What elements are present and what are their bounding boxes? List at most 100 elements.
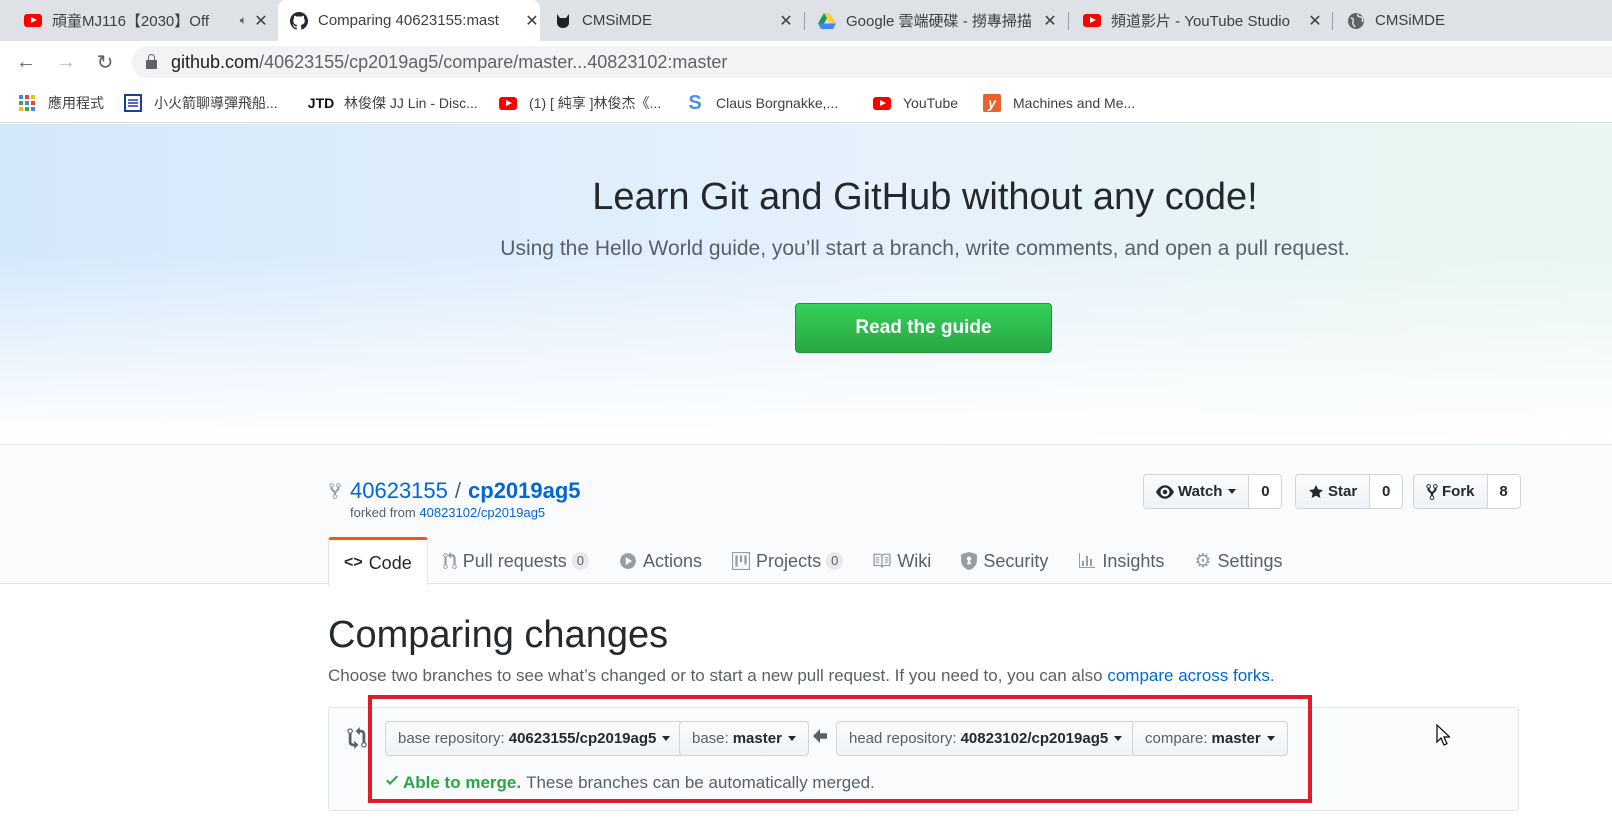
tab-wiki-label: Wiki: [897, 550, 932, 571]
jtd-logo-icon: JTD: [307, 95, 335, 111]
bookmark-label: Machines and Me...: [1013, 95, 1136, 111]
base-repository-select[interactable]: base repository: 40623155/cp2019ag5: [385, 721, 684, 756]
github-icon: [290, 11, 308, 30]
tab-settings[interactable]: ⚙ Settings: [1179, 537, 1297, 585]
browser-tab-active[interactable]: Comparing 40623155:mast ✕: [278, 0, 540, 41]
tab-projects-label: Projects: [756, 550, 822, 571]
repo-nav: <> Code Pull requests 0 Actions Projects…: [328, 537, 1297, 586]
browser-tab[interactable]: CMSiMDE: [1347, 0, 1587, 41]
youtube-icon: [1083, 12, 1101, 30]
project-board-icon: [732, 552, 751, 570]
head-repository-select[interactable]: head repository: 40823102/cp2019ag5: [836, 721, 1136, 756]
base-branch-value: master: [732, 730, 782, 747]
bookmark-item[interactable]: (1) [ 純享 ]林俊杰《...: [499, 83, 661, 123]
close-tab-icon[interactable]: ✕: [253, 11, 269, 31]
watch-count[interactable]: 0: [1249, 475, 1281, 508]
fork-label: Fork: [1442, 483, 1475, 500]
url-host: github.com: [171, 51, 260, 72]
forked-from-prefix: forked from: [350, 505, 416, 520]
tab-security[interactable]: Security: [946, 537, 1063, 585]
tab-insights[interactable]: Insights: [1063, 537, 1179, 585]
tab-projects[interactable]: Projects 0: [717, 537, 858, 585]
close-tab-icon[interactable]: ✕: [778, 11, 794, 31]
head-repository-label: head repository:: [849, 730, 957, 747]
compare-across-forks-link[interactable]: compare across forks: [1107, 666, 1270, 685]
tab-insights-label: Insights: [1102, 550, 1165, 571]
forward-button[interactable]: →: [52, 48, 80, 76]
reload-button[interactable]: ↻: [91, 48, 119, 76]
tab-separator: [804, 12, 805, 30]
read-guide-button[interactable]: Read the guide: [795, 303, 1052, 353]
merge-ok-text: Able to merge.: [403, 772, 522, 792]
browser-tab[interactable]: Google 雲端硬碟 - 撈專掃描 ✕: [818, 0, 1058, 41]
tab-wiki[interactable]: Wiki: [858, 537, 946, 585]
tab-pull-requests[interactable]: Pull requests 0: [428, 537, 604, 585]
merge-message: These branches can be automatically merg…: [526, 772, 875, 792]
forked-from-link[interactable]: 40823102/cp2019ag5: [419, 505, 545, 520]
watch-label: Watch: [1178, 483, 1223, 500]
bookmark-label: 小火箭聊導彈飛船...: [154, 95, 278, 111]
repo-forked-icon: [328, 482, 342, 500]
browser-tab-strip: 頑童MJ116【2030】Off 🔈︎ ✕ Comparing 40623155…: [0, 0, 1612, 41]
close-tab-icon[interactable]: ✕: [524, 11, 540, 31]
fork-button[interactable]: Fork: [1414, 475, 1488, 508]
speaker-icon[interactable]: 🔈︎: [240, 13, 247, 28]
back-button[interactable]: ←: [12, 48, 40, 76]
pull-request-icon: [442, 552, 457, 570]
google-drive-icon: [818, 12, 836, 30]
base-branch-select[interactable]: base: master: [679, 721, 809, 756]
tab-pull-requests-label: Pull requests: [462, 550, 567, 571]
browser-tab[interactable]: CMSiMDE ✕: [554, 0, 794, 41]
globe-icon: [1347, 12, 1365, 30]
tab-title: 頻道影片 - YouTube Studio: [1111, 13, 1290, 30]
shield-icon: [961, 552, 978, 570]
star-count[interactable]: 0: [1370, 475, 1402, 508]
url-input[interactable]: github.com/40623155/cp2019ag5/compare/ma…: [132, 46, 1612, 78]
watch-button[interactable]: Watch: [1144, 475, 1250, 508]
apps-grid-icon: [18, 94, 36, 112]
play-icon: [619, 552, 637, 570]
browser-tab[interactable]: 頑童MJ116【2030】Off 🔈︎ ✕: [24, 0, 269, 41]
star-action: Star 0: [1295, 474, 1404, 509]
youtube-icon: [499, 94, 517, 112]
repo-owner-link[interactable]: 40623155: [350, 478, 448, 504]
bookmark-label: YouTube: [903, 95, 959, 111]
fork-count[interactable]: 8: [1488, 475, 1520, 508]
bookmark-apps[interactable]: 應用程式: [18, 83, 104, 123]
star-button[interactable]: Star: [1296, 475, 1371, 508]
document-icon: [124, 94, 142, 112]
head-repository-value: 40823102/cp2019ag5: [960, 730, 1109, 747]
banner-subtitle: Using the Hello World guide, you’ll star…: [500, 237, 1350, 260]
lock-icon: [146, 54, 157, 69]
bookmark-item[interactable]: 小火箭聊導彈飛船...: [124, 83, 278, 123]
browser-tab[interactable]: 頻道影片 - YouTube Studio ✕: [1083, 0, 1323, 41]
repo-title: 40623155 / cp2019ag5: [328, 478, 581, 504]
signup-banner: Learn Git and GitHub without any code! U…: [0, 124, 1612, 444]
tab-title: CMSiMDE: [582, 12, 652, 29]
close-tab-icon[interactable]: ✕: [1042, 11, 1058, 31]
base-branch-label: base:: [692, 730, 729, 747]
arrow-left-icon: [813, 729, 827, 748]
gear-icon: ⚙: [1194, 550, 1212, 572]
bookmark-item[interactable]: JTD 林俊傑 JJ Lin - Disc...: [307, 83, 478, 123]
compare-branch-select[interactable]: compare: master: [1132, 721, 1288, 756]
check-icon: [385, 772, 399, 793]
bookmark-label: 林俊傑 JJ Lin - Disc...: [344, 95, 478, 111]
compare-description: Choose two branches to see what’s change…: [328, 666, 1275, 686]
bookmark-label: 應用程式: [48, 95, 104, 111]
chevron-down-icon: [662, 736, 671, 741]
book-icon: [873, 553, 891, 569]
tab-actions[interactable]: Actions: [604, 537, 717, 585]
repo-name-link[interactable]: cp2019ag5: [468, 478, 581, 504]
bookmark-label: Claus Borgnakke,...: [716, 95, 839, 111]
projects-counter: 0: [826, 552, 844, 570]
bookmark-item[interactable]: S Claus Borgnakke,...: [686, 83, 838, 123]
bookmark-item[interactable]: YouTube: [873, 83, 958, 123]
fork-icon: [1426, 483, 1438, 501]
tab-title: CMSiMDE: [1375, 12, 1445, 29]
compare-branch-label: compare:: [1145, 730, 1208, 747]
bookmark-item[interactable]: y Machines and Me...: [983, 83, 1135, 123]
chevron-down-icon: [1228, 489, 1237, 494]
tab-code[interactable]: <> Code: [328, 537, 428, 586]
close-tab-icon[interactable]: ✕: [1307, 11, 1323, 31]
